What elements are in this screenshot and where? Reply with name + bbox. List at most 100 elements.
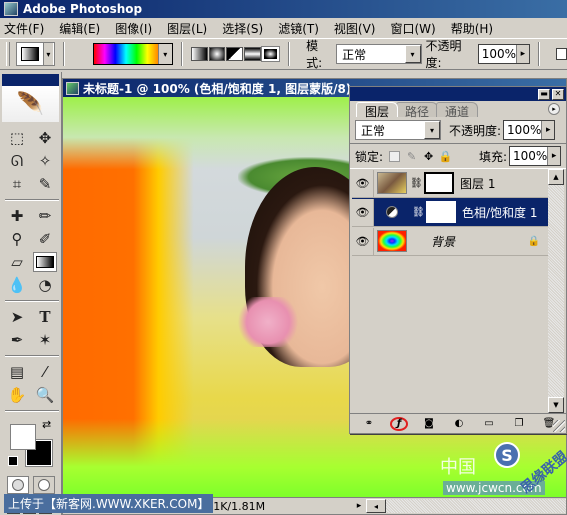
reflected-gradient-button[interactable] xyxy=(244,47,262,61)
adjustment-layer-icon[interactable]: ◐ xyxy=(450,417,468,431)
minimize-icon[interactable]: ▬ xyxy=(538,88,550,100)
eye-icon[interactable]: 👁 xyxy=(352,227,374,255)
blur-tool-icon[interactable]: 💧 xyxy=(5,275,29,295)
layer-row[interactable]: 👁 ⛓ 图层 1 xyxy=(352,169,548,198)
foreground-color-swatch[interactable] xyxy=(10,424,36,450)
opacity-value[interactable]: 100% xyxy=(479,47,516,61)
new-group-icon[interactable]: ▭ xyxy=(480,417,498,431)
panel-titlebar[interactable]: ▬ ✕ xyxy=(350,87,566,101)
menu-select[interactable]: 选择(S) xyxy=(222,20,263,37)
scroll-down-button[interactable]: ▼ xyxy=(548,397,564,413)
reverse-checkbox[interactable] xyxy=(555,48,567,60)
chevron-down-icon[interactable]: ▾ xyxy=(42,43,53,65)
slice-tool-icon[interactable]: ✎ xyxy=(33,174,57,194)
tab-paths[interactable]: 路径 xyxy=(396,102,439,119)
swap-colors-icon[interactable]: ⇄ xyxy=(42,418,51,431)
layer-opacity-input[interactable]: 100% ▸ xyxy=(503,120,556,140)
standard-mode-button[interactable] xyxy=(7,476,29,494)
toolbox-header[interactable] xyxy=(2,74,59,86)
menu-help[interactable]: 帮助(H) xyxy=(451,20,493,37)
tab-layers[interactable]: 图层 xyxy=(356,102,399,119)
lock-image-icon[interactable]: ✎ xyxy=(406,150,417,163)
history-brush-tool-icon[interactable]: ✐ xyxy=(33,229,57,249)
menu-filter[interactable]: 滤镜(T) xyxy=(278,20,319,37)
lasso-tool-icon[interactable]: ᘏ xyxy=(5,151,29,171)
blend-mode-select[interactable]: 正常 ▾ xyxy=(355,120,441,140)
gradient-swatch xyxy=(36,256,54,268)
layers-scrollbar[interactable]: ▲ ▼ xyxy=(548,169,564,413)
layer-name[interactable]: 背景 xyxy=(431,233,455,250)
brush-tool-icon[interactable]: ✏ xyxy=(33,206,57,226)
menu-edit[interactable]: 编辑(E) xyxy=(59,20,100,37)
options-grip[interactable] xyxy=(6,42,10,66)
pen-tool-icon[interactable]: ✒ xyxy=(5,330,29,350)
opacity-input[interactable]: 100% ▸ xyxy=(477,44,530,64)
eye-icon[interactable]: 👁 xyxy=(352,169,374,197)
dodge-tool-icon[interactable]: ◔ xyxy=(33,275,57,295)
angle-gradient-button[interactable] xyxy=(226,47,244,61)
gradient-tool-icon[interactable] xyxy=(33,252,57,272)
opacity-slider-arrow-icon[interactable]: ▸ xyxy=(516,45,529,63)
hand-tool-icon[interactable]: ✋ xyxy=(5,385,29,405)
marquee-tool-icon[interactable]: ⬚ xyxy=(5,128,29,148)
divider xyxy=(5,199,59,201)
lock-position-icon[interactable]: ✥ xyxy=(423,150,434,163)
eyedropper-tool-icon[interactable]: ⁄ xyxy=(33,362,57,382)
scroll-left-button[interactable]: ◂ xyxy=(366,499,386,513)
scroll-up-button[interactable]: ▲ xyxy=(548,169,564,185)
fill-value[interactable]: 100% xyxy=(510,149,547,163)
close-icon[interactable]: ✕ xyxy=(552,88,564,100)
layer-style-icon[interactable]: ƒ xyxy=(390,416,408,431)
lock-transparency-icon[interactable] xyxy=(389,150,401,162)
healing-brush-tool-icon[interactable]: ✚ xyxy=(5,206,29,226)
radial-gradient-button[interactable] xyxy=(208,47,226,61)
default-colors-icon[interactable] xyxy=(8,456,18,466)
tool-preset-picker[interactable]: ▾ xyxy=(15,42,55,66)
diamond-gradient-button[interactable] xyxy=(261,46,281,62)
menu-view[interactable]: 视图(V) xyxy=(334,20,376,37)
fill-input[interactable]: 100% ▸ xyxy=(509,146,561,166)
menu-image[interactable]: 图像(I) xyxy=(115,20,152,37)
magic-wand-tool-icon[interactable]: ✧ xyxy=(33,151,57,171)
chevron-down-icon[interactable]: ▾ xyxy=(404,45,421,63)
eraser-tool-icon[interactable]: ▱ xyxy=(5,252,29,272)
tab-channels[interactable]: 通道 xyxy=(436,102,479,119)
notes-tool-icon[interactable]: ▤ xyxy=(5,362,29,382)
layer-opacity-value[interactable]: 100% xyxy=(504,123,541,137)
menu-window[interactable]: 窗口(W) xyxy=(390,20,435,37)
layer-mask-thumbnail[interactable] xyxy=(424,172,454,194)
layer-name[interactable]: 色相/饱和度 1 xyxy=(462,204,538,221)
mode-select[interactable]: 正常 ▾ xyxy=(336,44,422,64)
layer-row[interactable]: 👁 ⛓ 色相/饱和度 1 xyxy=(352,198,548,227)
gradient-preview[interactable] xyxy=(93,44,158,64)
add-mask-icon[interactable]: ◙ xyxy=(420,417,438,431)
link-chain-icon[interactable]: ⛓ xyxy=(412,207,425,218)
layer-row[interactable]: 👁 背景 🔒 xyxy=(352,227,548,256)
lock-all-icon[interactable]: 🔒 xyxy=(439,150,453,163)
new-layer-icon[interactable]: ❐ xyxy=(510,417,528,431)
panel-menu-icon[interactable]: ▸ xyxy=(548,103,560,115)
clone-stamp-tool-icon[interactable]: ⚲ xyxy=(5,229,29,249)
path-selection-tool-icon[interactable]: ➤ xyxy=(5,307,29,327)
move-tool-icon[interactable]: ✥ xyxy=(33,128,57,148)
layer-mask-thumbnail[interactable] xyxy=(426,201,456,223)
link-layers-icon[interactable]: ⚭ xyxy=(360,417,378,431)
menu-file[interactable]: 文件(F) xyxy=(4,20,44,37)
eye-icon[interactable]: 👁 xyxy=(352,198,374,226)
link-chain-icon[interactable]: ⛓ xyxy=(410,178,423,189)
custom-shape-tool-icon[interactable]: ✶ xyxy=(33,330,57,350)
chevron-down-icon[interactable]: ▾ xyxy=(424,121,440,139)
opacity-arrow-icon[interactable]: ▸ xyxy=(541,121,555,139)
type-tool-icon[interactable]: T xyxy=(33,307,57,327)
linear-gradient-button[interactable] xyxy=(190,47,208,61)
gradient-picker[interactable]: ▾ xyxy=(92,43,173,65)
menu-layer[interactable]: 图层(L) xyxy=(167,20,207,37)
feather-logo-icon[interactable]: 🪶 xyxy=(2,86,59,122)
quick-mask-button[interactable] xyxy=(33,476,55,494)
chevron-down-icon[interactable]: ▾ xyxy=(157,44,172,64)
status-menu-arrow-icon[interactable]: ▸ xyxy=(352,499,366,513)
zoom-tool-icon[interactable]: 🔍 xyxy=(33,385,57,405)
crop-tool-icon[interactable]: ⌗ xyxy=(5,174,29,194)
fill-arrow-icon[interactable]: ▸ xyxy=(547,147,560,165)
layer-name[interactable]: 图层 1 xyxy=(460,175,495,192)
